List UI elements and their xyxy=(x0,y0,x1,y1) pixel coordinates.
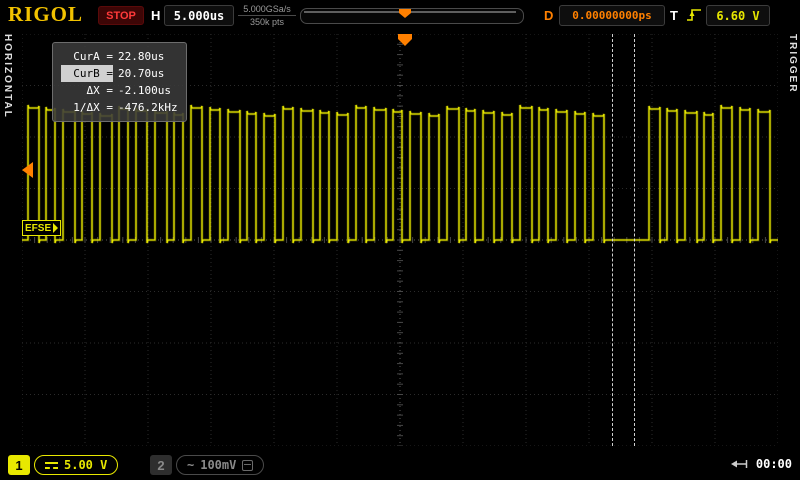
dc-coupling-icon xyxy=(45,461,58,469)
cursor-row-b: CurB = 20.70us xyxy=(61,65,178,82)
cursor-b-line[interactable] xyxy=(634,34,635,446)
run-state-badge[interactable]: STOP xyxy=(98,6,144,25)
cursor-row-a: CurA = 22.80us xyxy=(61,48,178,65)
channel1-group[interactable]: 1 5.00 V xyxy=(8,455,119,475)
channel2-scale-value: 100mV xyxy=(200,458,237,472)
clock-readout: 00:00 xyxy=(755,457,792,471)
acquisition-info: 5.000GSa/s 350k pts xyxy=(238,4,296,27)
horizontal-position-bar[interactable] xyxy=(300,8,524,24)
cursor-row-dx: ΔX = -2.100us xyxy=(61,82,178,99)
trigger-section-label: TRIGGER xyxy=(787,34,798,94)
ac-coupling-icon: ~ xyxy=(187,458,195,472)
bottom-status-bar: 1 5.00 V 2 ~ 100mV 00:00 xyxy=(0,450,800,480)
oscilloscope-screen: RIGOL STOP H 5.000us 5.000GSa/s 350k pts… xyxy=(0,0,800,480)
cursor-dx-label: ΔX = xyxy=(86,84,114,97)
trigger-delay-readout[interactable]: 0.00000000ps xyxy=(559,5,665,26)
trigger-label: T xyxy=(670,8,678,23)
channel1-level-arrow-icon xyxy=(53,223,59,233)
channel2-scale-box[interactable]: ~ 100mV xyxy=(176,455,265,475)
cursor-row-inv-dx: 1/ΔX = -476.2kHz xyxy=(61,99,178,116)
position-marker-icon xyxy=(399,9,411,18)
trigger-level-readout[interactable]: 6.60 V xyxy=(706,5,770,26)
cursor-measurement-panel: CurA = 22.80us CurB = 20.70us ΔX = -2.10… xyxy=(52,42,187,122)
channel1-label-tag[interactable]: EFSE xyxy=(22,220,62,236)
horizontal-section-label: HORIZONTAL xyxy=(2,34,13,119)
timebase-readout[interactable]: 5.000us xyxy=(164,5,234,26)
trigger-position-marker[interactable] xyxy=(398,34,412,46)
channel2-group[interactable]: 2 ~ 100mV xyxy=(150,455,265,475)
channel1-scale-box[interactable]: 5.00 V xyxy=(34,455,119,475)
rigol-logo: RIGOL xyxy=(8,2,84,26)
channel2-badge[interactable]: 2 xyxy=(150,455,172,475)
channel1-label-text: EFSE xyxy=(25,222,52,234)
display-area: HORIZONTAL TRIGGER CurA = 22.80us CurB = xyxy=(0,30,800,450)
top-status-bar: RIGOL STOP H 5.000us 5.000GSa/s 350k pts… xyxy=(0,0,800,30)
clock-group: 00:00 xyxy=(730,457,792,471)
trigger-slope-icon xyxy=(687,9,701,21)
delay-label: D xyxy=(544,8,554,23)
trigger-level-marker[interactable] xyxy=(22,162,33,178)
channel1-scale-value: 5.00 V xyxy=(64,458,108,472)
cursor-b-value: 20.70us xyxy=(118,67,165,80)
memory-depth: 350k pts xyxy=(249,17,285,27)
sample-rate: 5.000GSa/s xyxy=(238,4,296,16)
channel2-indicator-icon xyxy=(242,459,254,471)
graticule-area: CurA = 22.80us CurB = 20.70us ΔX = -2.10… xyxy=(22,34,778,446)
cursor-inv-dx-value: -476.2kHz xyxy=(118,101,178,114)
arrow-left-icon xyxy=(730,460,748,468)
cursor-a-label: CurA = xyxy=(73,50,113,63)
cursor-a-line[interactable] xyxy=(612,34,613,446)
cursor-b-label: CurB = xyxy=(61,65,113,82)
memory-waveform-preview xyxy=(304,9,516,18)
cursor-inv-dx-label: 1/ΔX = xyxy=(73,101,113,114)
cursor-dx-value: -2.100us xyxy=(118,84,171,97)
channel1-badge[interactable]: 1 xyxy=(8,455,30,475)
horizontal-label: H xyxy=(151,8,161,23)
cursor-a-value: 22.80us xyxy=(118,50,165,63)
